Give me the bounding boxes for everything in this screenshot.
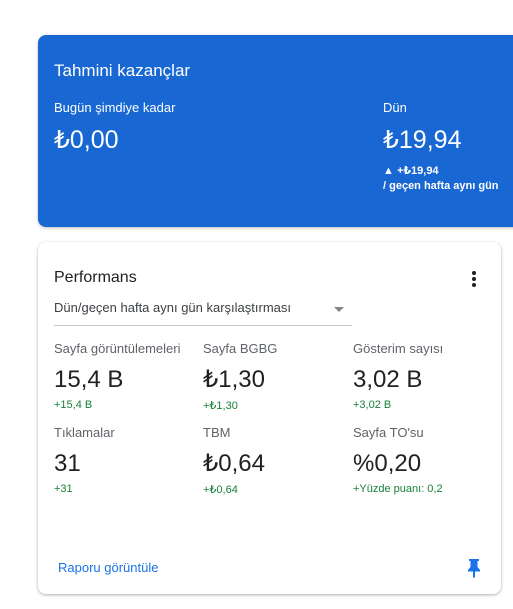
metric-value: ₺0,64: [203, 450, 265, 477]
more-vert-icon-dot: [472, 277, 476, 281]
caret-down-icon: [334, 307, 344, 312]
more-vert-icon: [472, 271, 476, 275]
yesterday-change: ▲ +₺19,94: [383, 165, 439, 177]
metric-page-views[interactable]: Sayfa görüntülemeleri 15,4 B +15,4 B: [54, 340, 194, 411]
metric-change: +15,4 B: [54, 399, 93, 411]
estimated-earnings-card: Tahmini kazançlar Bugün şimdiye kadar ₺0…: [38, 35, 513, 227]
earnings-title: Tahmini kazançlar: [54, 61, 191, 80]
yesterday-label: Dün: [383, 100, 407, 115]
metric-label: Sayfa görüntülemeleri: [54, 341, 181, 356]
metric-impressions[interactable]: Gösterim sayısı 3,02 B +3,02 B: [353, 340, 493, 411]
metric-change: +31: [54, 483, 73, 495]
comparison-selected-value: Dün/geçen hafta aynı gün karşılaştırması: [54, 300, 292, 315]
view-report-link[interactable]: Raporu görüntüle: [58, 560, 158, 575]
metric-clicks[interactable]: Tıklamalar 31 +31: [54, 424, 194, 495]
metric-page-ctr[interactable]: Sayfa TO'su %0,20 +Yüzde puanı: 0,2: [353, 424, 493, 495]
today-value: ₺0,00: [54, 126, 119, 154]
metric-label: Tıklamalar: [54, 425, 115, 440]
metric-cpc[interactable]: TBM ₺0,64 +₺0,64: [203, 424, 343, 496]
comparison-dropdown[interactable]: Dün/geçen hafta aynı gün karşılaştırması: [54, 297, 352, 326]
metric-value: 3,02 B: [353, 366, 423, 393]
yesterday-compare-text: / geçen hafta aynı gün: [383, 180, 499, 192]
metric-label: Sayfa BGBG: [203, 341, 278, 356]
more-options-button[interactable]: [464, 268, 484, 290]
metric-label: Sayfa TO'su: [353, 425, 424, 440]
metric-change: +3,02 B: [353, 399, 392, 411]
metric-change: +Yüzde puanı: 0,2: [353, 483, 443, 495]
more-vert-icon-dot: [472, 283, 476, 287]
metric-page-rpm[interactable]: Sayfa BGBG ₺1,30 +₺1,30: [203, 340, 343, 412]
metric-change: +₺0,64: [203, 484, 238, 496]
metric-value: 15,4 B: [54, 366, 124, 393]
metric-value: 31: [54, 450, 81, 477]
metric-label: Gösterim sayısı: [353, 341, 444, 356]
metric-label: TBM: [203, 425, 231, 440]
metric-value: ₺1,30: [203, 366, 265, 393]
today-label: Bugün şimdiye kadar: [54, 100, 176, 115]
performance-card: Performans Dün/geçen hafta aynı gün karş…: [38, 242, 501, 594]
performance-title: Performans: [54, 269, 137, 286]
yesterday-value: ₺19,94: [383, 126, 462, 154]
metric-change: +₺1,30: [203, 400, 238, 412]
metric-value: %0,20: [353, 450, 422, 477]
pin-icon[interactable]: [466, 558, 482, 578]
